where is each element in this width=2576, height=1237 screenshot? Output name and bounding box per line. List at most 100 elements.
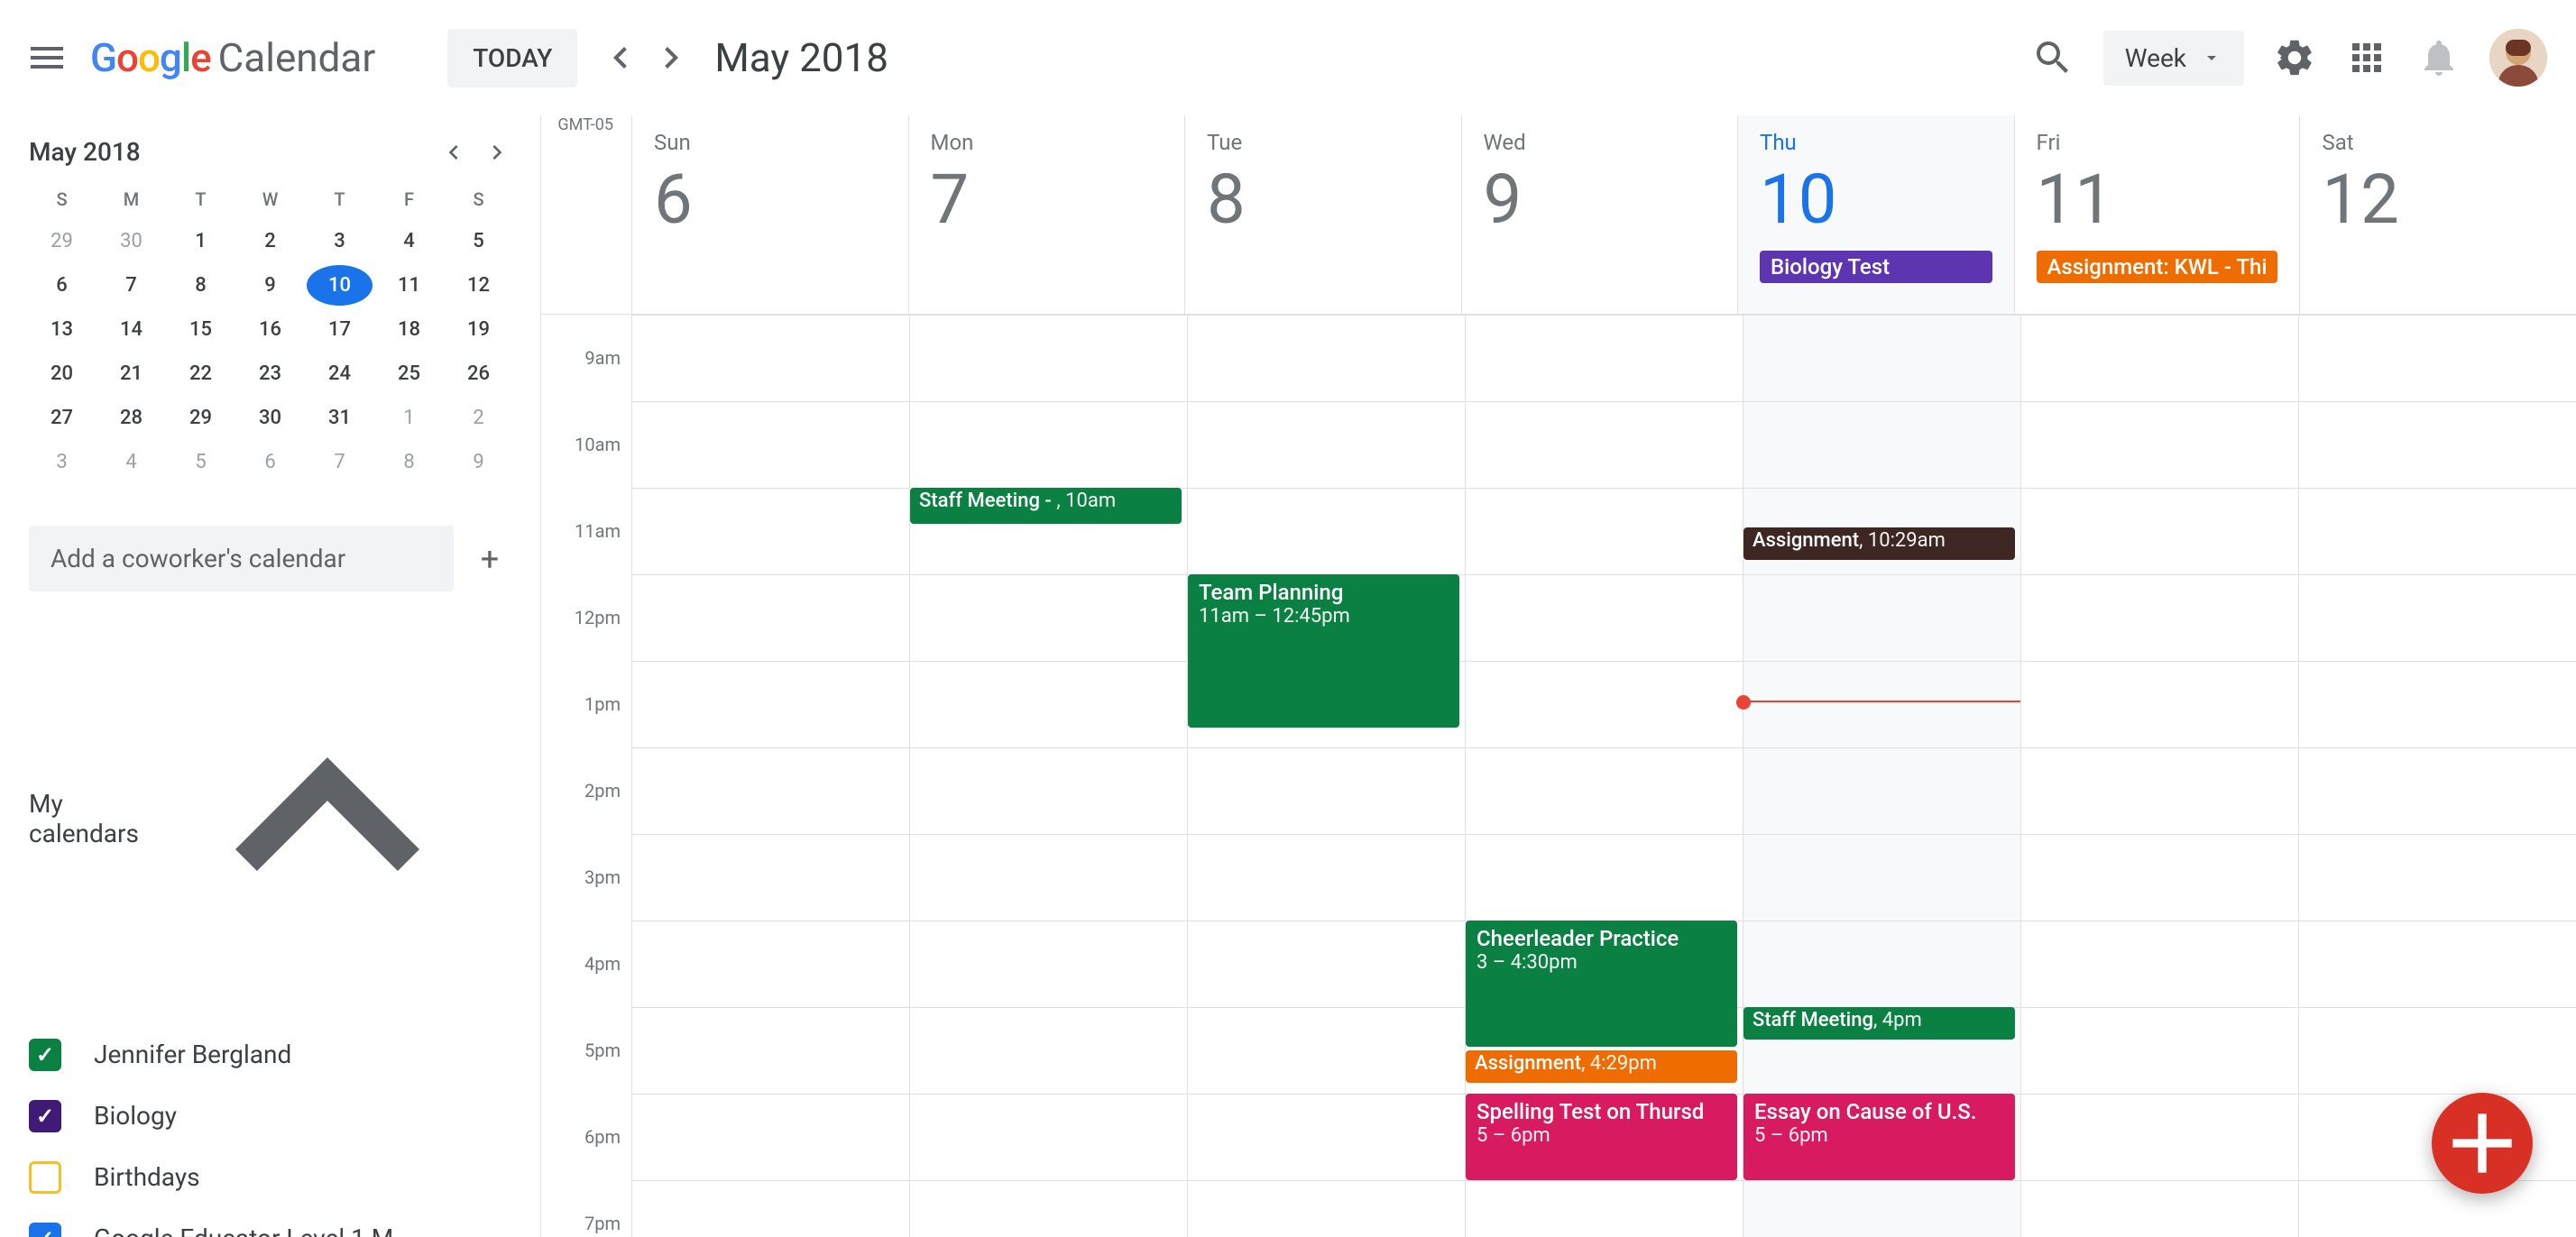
calendar-item[interactable]: Google Educator Level 1 M... xyxy=(29,1208,511,1237)
mini-day-cell[interactable]: 30 xyxy=(237,398,303,438)
add-coworker-input[interactable] xyxy=(29,526,454,591)
day-header[interactable]: Sat12 xyxy=(2299,115,2576,314)
mini-day-cell[interactable]: 8 xyxy=(376,442,442,482)
mini-next-button[interactable] xyxy=(483,138,511,167)
mini-calendar-grid: SMTWTFS293012345678910111213141516171819… xyxy=(29,181,511,482)
settings-button[interactable] xyxy=(2273,36,2316,79)
mini-day-cell[interactable]: 24 xyxy=(307,353,373,394)
mini-day-cell[interactable]: 1 xyxy=(168,221,234,261)
day-header[interactable]: Wed9 xyxy=(1461,115,1738,314)
mini-day-cell[interactable]: 6 xyxy=(29,265,95,306)
notifications-button[interactable] xyxy=(2417,36,2461,79)
calendar-item[interactable]: Biology xyxy=(29,1086,511,1147)
mini-day-cell[interactable]: 16 xyxy=(237,309,303,350)
my-calendars-toggle[interactable]: My calendars xyxy=(29,635,511,1003)
view-selector[interactable]: Week xyxy=(2103,31,2244,86)
mini-day-cell[interactable]: 9 xyxy=(237,265,303,306)
mini-day-cell[interactable]: 4 xyxy=(376,221,442,261)
mini-day-cell[interactable]: 19 xyxy=(446,309,511,350)
mini-day-cell[interactable]: 25 xyxy=(376,353,442,394)
add-coworker-button[interactable]: + xyxy=(468,537,511,581)
mini-day-cell[interactable]: 28 xyxy=(98,398,164,438)
mini-day-cell[interactable]: 27 xyxy=(29,398,95,438)
mini-day-cell[interactable]: 6 xyxy=(237,442,303,482)
mini-day-cell[interactable]: 23 xyxy=(237,353,303,394)
mini-day-cell[interactable]: 14 xyxy=(98,309,164,350)
mini-day-cell[interactable]: 9 xyxy=(446,442,511,482)
mini-day-cell[interactable]: 18 xyxy=(376,309,442,350)
day-column[interactable]: Assignment, 10:29am Staff Meeting, 4pm Ess… xyxy=(1743,315,2020,1237)
mini-day-cell[interactable]: 2 xyxy=(237,221,303,261)
mini-day-cell[interactable]: 26 xyxy=(446,353,511,394)
mini-day-cell[interactable]: 11 xyxy=(376,265,442,306)
day-column[interactable] xyxy=(2020,315,2298,1237)
day-header[interactable]: Tue8 xyxy=(1184,115,1461,314)
main-menu-button[interactable] xyxy=(25,36,69,79)
day-column[interactable]: Staff Meeting - , 10am xyxy=(909,315,1187,1237)
day-header[interactable]: Mon7 xyxy=(908,115,1185,314)
mini-day-cell[interactable]: 10 xyxy=(307,265,373,306)
next-week-button[interactable] xyxy=(649,36,693,79)
day-header[interactable]: Sun6 xyxy=(631,115,908,314)
dow-label: Sat xyxy=(2322,130,2554,155)
calendar-event[interactable]: Spelling Test on Thursd5 – 6pm xyxy=(1466,1094,1737,1180)
prev-week-button[interactable] xyxy=(599,36,642,79)
create-event-fab[interactable] xyxy=(2432,1093,2533,1194)
calendar-event[interactable]: Essay on Cause of U.S.5 – 6pm xyxy=(1743,1094,2015,1180)
mini-day-cell[interactable]: 4 xyxy=(98,442,164,482)
calendar-event[interactable]: Staff Meeting, 4pm xyxy=(1743,1007,2015,1040)
time-grid[interactable]: 9am10am11am12pm1pm2pm3pm4pm5pm6pm7pm Sta… xyxy=(541,315,2576,1237)
calendar-event[interactable]: Cheerleader Practice3 – 4:30pm xyxy=(1466,921,1737,1047)
day-column[interactable] xyxy=(631,315,909,1237)
mini-prev-button[interactable] xyxy=(439,138,468,167)
calendar-item[interactable]: Birthdays xyxy=(29,1147,511,1208)
calendar-checkbox[interactable] xyxy=(29,1039,61,1071)
mini-day-cell[interactable]: 21 xyxy=(98,353,164,394)
mini-day-cell[interactable]: 1 xyxy=(376,398,442,438)
calendar-checkbox[interactable] xyxy=(29,1100,61,1132)
mini-day-cell[interactable]: 31 xyxy=(307,398,373,438)
mini-day-cell[interactable]: 5 xyxy=(446,221,511,261)
today-button[interactable]: TODAY xyxy=(447,29,577,87)
search-button[interactable] xyxy=(2031,36,2075,79)
calendar-item[interactable]: Jennifer Bergland xyxy=(29,1024,511,1086)
day-columns: Staff Meeting - , 10am Team Planning11am … xyxy=(631,315,2576,1237)
mini-day-cell[interactable]: 20 xyxy=(29,353,95,394)
mini-day-cell[interactable]: 5 xyxy=(168,442,234,482)
hour-label: 5pm xyxy=(541,1040,621,1126)
dropdown-icon xyxy=(2201,47,2222,69)
calendar-event[interactable]: Staff Meeting - , 10am xyxy=(910,488,1182,524)
allday-event[interactable]: Assignment: KWL - Thi xyxy=(2037,251,2278,283)
user-avatar[interactable] xyxy=(2489,29,2547,87)
calendar-event[interactable]: Team Planning11am – 12:45pm xyxy=(1188,574,1459,728)
mini-day-cell[interactable]: 29 xyxy=(29,221,95,261)
mini-day-cell[interactable]: 13 xyxy=(29,309,95,350)
calendar-event[interactable]: Assignment, 10:29am xyxy=(1743,527,2015,560)
mini-day-cell[interactable]: 8 xyxy=(168,265,234,306)
header-right: Week xyxy=(2031,29,2547,87)
mini-day-cell[interactable]: 15 xyxy=(168,309,234,350)
event-title: Spelling Test on Thursd xyxy=(1477,1099,1726,1124)
calendar-checkbox[interactable] xyxy=(29,1223,61,1237)
mini-day-cell[interactable]: 3 xyxy=(307,221,373,261)
allday-event[interactable]: Biology Test xyxy=(1760,251,1992,283)
day-column[interactable]: Cheerleader Practice3 – 4:30pmAssignment… xyxy=(1465,315,1743,1237)
mini-day-cell[interactable]: 17 xyxy=(307,309,373,350)
day-header[interactable]: Thu10Biology Test xyxy=(1737,115,2014,314)
mini-day-cell[interactable]: 2 xyxy=(446,398,511,438)
calendar-event[interactable]: Assignment, 4:29pm xyxy=(1466,1050,1737,1083)
chevron-right-icon xyxy=(483,138,511,167)
mini-day-cell[interactable]: 30 xyxy=(98,221,164,261)
mini-day-cell[interactable]: 12 xyxy=(446,265,511,306)
mini-day-cell[interactable]: 3 xyxy=(29,442,95,482)
mini-day-cell[interactable]: 7 xyxy=(307,442,373,482)
mini-day-cell[interactable]: 22 xyxy=(168,353,234,394)
mini-day-cell[interactable]: 29 xyxy=(168,398,234,438)
header: Google Calendar TODAY May 2018 Week xyxy=(0,0,2576,115)
day-column[interactable]: Team Planning11am – 12:45pm xyxy=(1187,315,1465,1237)
mini-day-cell[interactable]: 7 xyxy=(98,265,164,306)
google-apps-button[interactable] xyxy=(2345,36,2388,79)
day-header[interactable]: Fri11Assignment: KWL - Thi xyxy=(2014,115,2300,314)
main-calendar: GMT-05 Sun6Mon7Tue8Wed9Thu10Biology Test… xyxy=(541,115,2576,1237)
calendar-checkbox[interactable] xyxy=(29,1161,61,1194)
